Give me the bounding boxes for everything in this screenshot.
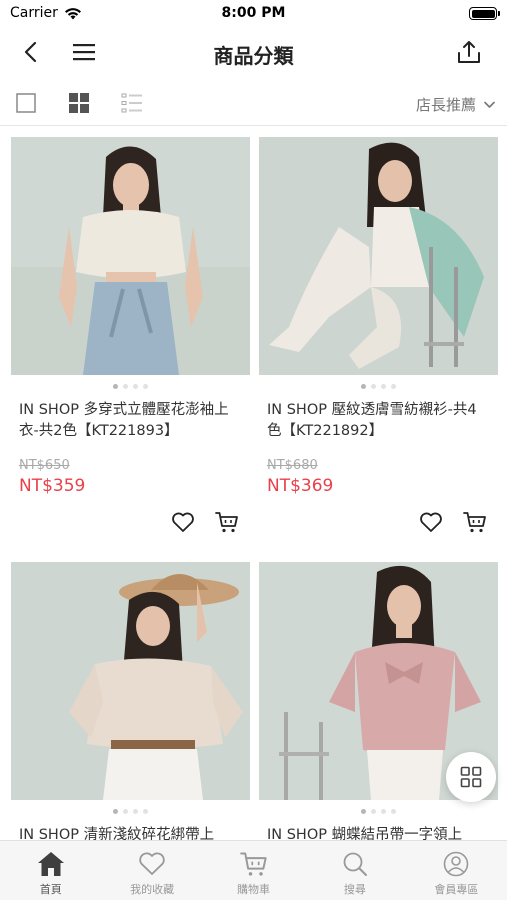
- image-pager: [259, 809, 498, 815]
- product-image[interactable]: [259, 137, 498, 375]
- share-icon: [458, 41, 480, 63]
- add-to-cart-button[interactable]: [214, 509, 240, 535]
- status-time: 8:00 PM: [221, 5, 286, 21]
- search-icon: [343, 852, 367, 876]
- battery-icon: [469, 7, 500, 20]
- product-name[interactable]: IN SHOP 多穿式立體壓花澎袖上衣-共2色【KT221893】: [19, 400, 242, 444]
- heart-icon: [420, 512, 442, 532]
- single-square-icon: [16, 93, 36, 113]
- sort-label: 店長推薦: [415, 96, 476, 114]
- tab-home[interactable]: 首頁: [0, 841, 101, 900]
- menu-button[interactable]: [68, 36, 100, 68]
- view-toolbar: 店長推薦: [0, 80, 507, 126]
- favorite-button[interactable]: [418, 509, 444, 535]
- status-bar: Carrier 8:00 PM: [0, 0, 507, 28]
- share-button[interactable]: [451, 34, 487, 70]
- product-photo: [259, 137, 498, 375]
- product-image[interactable]: [11, 562, 250, 800]
- heart-icon: [172, 512, 194, 532]
- chevron-left-icon: [24, 41, 37, 63]
- tab-search-label: 搜尋: [343, 883, 366, 896]
- product-grid: IN SHOP 多穿式立體壓花澎袖上衣-共2色【KT221893】 NT$650…: [0, 128, 507, 840]
- tab-favorites[interactable]: 我的收藏: [101, 841, 202, 900]
- chevron-down-icon: [484, 101, 495, 108]
- original-price: NT$650: [19, 458, 70, 473]
- sale-price: NT$369: [267, 476, 334, 496]
- favorite-button[interactable]: [170, 509, 196, 535]
- product-name[interactable]: IN SHOP 蝴蝶結吊帶一字領上: [267, 825, 490, 840]
- tab-home-label: 首頁: [39, 883, 62, 896]
- cart-icon: [239, 852, 267, 876]
- tab-bar: 首頁 我的收藏 購物車 搜尋 會員專區: [0, 840, 507, 900]
- product-name[interactable]: IN SHOP 清新淺紋碎花綁帶上: [19, 825, 242, 840]
- tab-search[interactable]: 搜尋: [304, 841, 405, 900]
- category-grid-button[interactable]: [446, 752, 496, 802]
- add-to-cart-button[interactable]: [462, 509, 488, 535]
- sort-dropdown[interactable]: 店長推薦: [416, 94, 495, 115]
- home-icon: [37, 852, 64, 876]
- grid-view-button[interactable]: [68, 92, 90, 114]
- product-card[interactable]: IN SHOP 多穿式立體壓花澎袖上衣-共2色【KT221893】 NT$650…: [11, 137, 250, 533]
- tab-member[interactable]: 會員專區: [406, 841, 507, 900]
- list-icon: [121, 93, 142, 113]
- image-pager: [11, 384, 250, 390]
- grid-outline-icon: [460, 766, 482, 788]
- original-price: NT$680: [267, 458, 318, 473]
- back-button[interactable]: [14, 36, 46, 68]
- cart-icon: [463, 512, 486, 533]
- tab-cart-label: 購物車: [237, 883, 271, 896]
- grid-icon: [69, 93, 89, 113]
- product-image[interactable]: [11, 137, 250, 375]
- tab-favorites-label: 我的收藏: [130, 883, 175, 896]
- tab-member-label: 會員專區: [434, 883, 479, 896]
- image-pager: [11, 809, 250, 815]
- product-photo: [11, 562, 250, 800]
- navigation-bar: 商品分類: [0, 28, 507, 76]
- sale-price: NT$359: [19, 476, 86, 496]
- product-name[interactable]: IN SHOP 壓紋透膚雪紡襯衫-共4色【KT221892】: [267, 400, 490, 444]
- product-card[interactable]: IN SHOP 壓紋透膚雪紡襯衫-共4色【KT221892】 NT$680 NT…: [259, 137, 498, 533]
- cart-icon: [215, 512, 238, 533]
- product-photo: [11, 137, 250, 375]
- list-view-button[interactable]: [121, 92, 143, 114]
- single-view-button[interactable]: [15, 92, 37, 114]
- user-icon: [444, 851, 469, 877]
- hamburger-menu-icon: [73, 44, 95, 61]
- product-card[interactable]: IN SHOP 清新淺紋碎花綁帶上: [11, 562, 250, 840]
- image-pager: [259, 384, 498, 390]
- tab-cart[interactable]: 購物車: [203, 841, 304, 900]
- heart-icon: [139, 852, 165, 875]
